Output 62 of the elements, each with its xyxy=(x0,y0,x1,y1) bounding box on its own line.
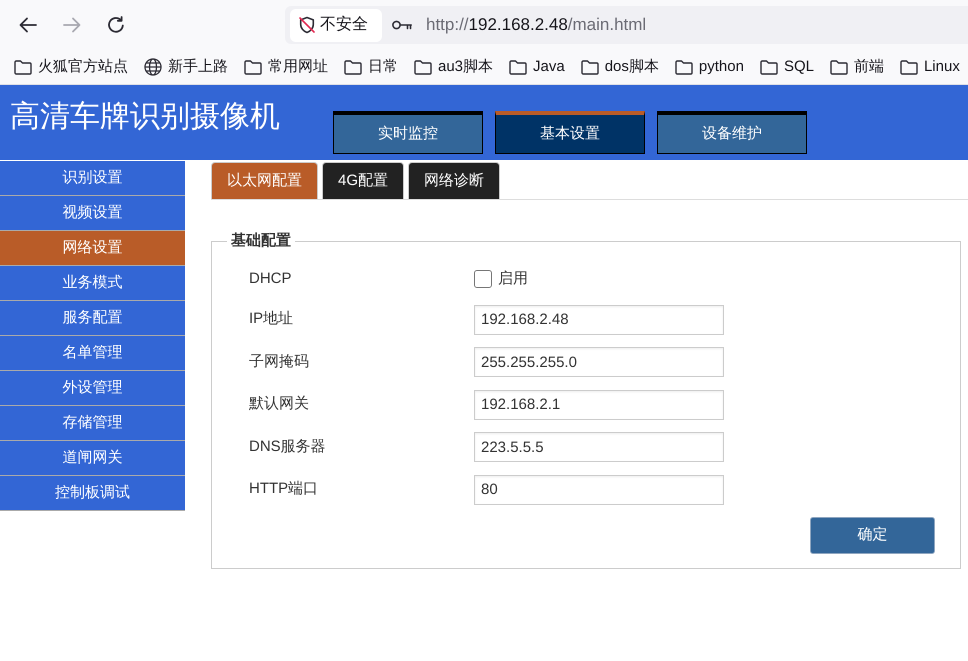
sidebar-item[interactable]: 网络设置 xyxy=(0,231,185,266)
text-field[interactable]: 255.255.255.0 xyxy=(474,347,724,377)
text-field[interactable]: 223.5.5.5 xyxy=(474,432,724,462)
bookmark-link[interactable]: 新手上路 xyxy=(144,54,228,80)
bookmark-folder[interactable]: SQL xyxy=(760,54,814,80)
group-legend: 基础配置 xyxy=(227,231,295,251)
sidebar-item[interactable]: 存储管理 xyxy=(0,406,185,441)
globe-icon xyxy=(144,58,162,76)
sidebar-item[interactable]: 外设管理 xyxy=(0,371,185,406)
url-text: http://192.168.2.48/main.html xyxy=(426,14,646,36)
sidebar-item[interactable]: 道闸网关 xyxy=(0,441,185,476)
field-label: DHCP xyxy=(249,268,293,289)
field-label: 默认网关 xyxy=(249,394,310,414)
text-field[interactable]: 80 xyxy=(474,474,724,504)
bookmark-folder[interactable]: python xyxy=(674,54,744,80)
checkbox-label: 启用 xyxy=(498,268,528,289)
confirm-button[interactable]: 确定 xyxy=(810,516,935,554)
bookmark-folder[interactable]: 火狐官方站点 xyxy=(14,54,128,80)
bookmark-folder[interactable]: 日常 xyxy=(344,54,398,80)
checkbox[interactable] xyxy=(474,270,492,288)
nav-tab[interactable]: 基本设置 xyxy=(495,111,645,154)
sidebar-item[interactable]: 识别设置 xyxy=(0,161,185,196)
bookmark-folder[interactable]: au3脚本 xyxy=(414,54,494,80)
folder-icon xyxy=(414,60,432,74)
reload-icon xyxy=(107,16,125,34)
text-field[interactable]: 192.168.2.48 xyxy=(474,304,724,334)
folder-icon xyxy=(760,60,778,74)
folder-icon xyxy=(244,60,262,74)
folder-icon xyxy=(14,60,32,74)
bookmark-folder[interactable]: 前端 xyxy=(830,54,884,80)
folder-icon xyxy=(830,60,848,74)
key-icon[interactable] xyxy=(392,20,412,30)
tab[interactable]: 4G配置 xyxy=(322,162,404,199)
bookmark-folder[interactable]: dos脚本 xyxy=(580,54,659,80)
folder-icon xyxy=(580,60,599,74)
folder-icon xyxy=(344,60,362,74)
sidebar-item[interactable]: 服务配置 xyxy=(0,301,185,336)
bookmark-folder[interactable]: Linux xyxy=(900,54,960,80)
tab[interactable]: 以太网配置 xyxy=(211,162,318,199)
address-bar[interactable]: 不安全 http://192.168.2.48/main.html xyxy=(285,6,968,44)
nav-tab[interactable]: 实时监控 xyxy=(333,111,483,154)
shield-slash-icon xyxy=(298,16,316,34)
folder-icon xyxy=(900,60,918,74)
bookmark-folder[interactable]: Java xyxy=(509,54,565,80)
tab[interactable]: 网络诊断 xyxy=(408,162,500,199)
nav-tab[interactable]: 设备维护 xyxy=(657,111,807,154)
field-label: HTTP端口 xyxy=(249,479,320,500)
back-arrow-icon xyxy=(19,17,37,33)
sidebar-item[interactable]: 业务模式 xyxy=(0,266,185,301)
text-field[interactable]: 192.168.2.1 xyxy=(474,390,724,420)
sidebar-item[interactable]: 控制板调试 xyxy=(0,476,185,511)
sidebar-item[interactable]: 视频设置 xyxy=(0,196,185,231)
app-title: 高清车牌识别摄像机 xyxy=(10,99,280,135)
field-label: 子网掩码 xyxy=(249,352,310,372)
folder-icon xyxy=(509,60,528,74)
bookmark-folder[interactable]: 常用网址 xyxy=(244,54,328,80)
security-button[interactable]: 不安全 xyxy=(290,8,382,42)
forward-arrow-icon xyxy=(63,17,81,33)
field-label: IP地址 xyxy=(249,309,294,330)
field-label: DNS服务器 xyxy=(249,436,327,457)
folder-icon xyxy=(674,60,693,74)
sidebar-item[interactable]: 名单管理 xyxy=(0,336,185,371)
